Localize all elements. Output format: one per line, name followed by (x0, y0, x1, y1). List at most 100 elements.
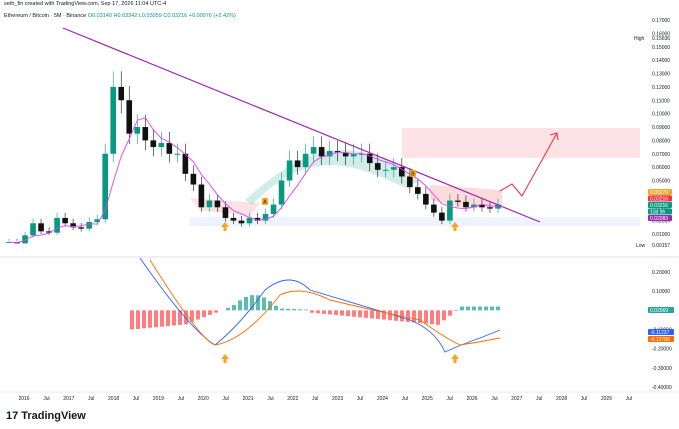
candle-body (230, 217, 237, 221)
time-tick-label: Jul (267, 396, 273, 402)
price-tick-label: 0.13000 (652, 72, 670, 78)
time-tick-label: 2018 (108, 396, 119, 402)
candle-body (246, 217, 253, 224)
macd-histogram-bar (298, 309, 302, 311)
macd-histogram-bar (490, 306, 494, 311)
candle-body (294, 160, 301, 168)
macd-histogram-bar (310, 310, 314, 313)
candle-body (439, 212, 445, 221)
macd-badge-label: -0.13786 (650, 337, 670, 343)
macd-layer (130, 257, 501, 363)
candle-body (54, 217, 60, 233)
candle-body (382, 169, 389, 171)
time-tick-label: Jul (43, 396, 49, 402)
macd-up-arrow-icon (451, 354, 459, 363)
time-tick-label: 2029 (601, 396, 612, 402)
macd-histogram-bar (142, 310, 146, 329)
candle-body (415, 187, 421, 194)
macd-histogram-bar (166, 310, 170, 327)
candle-body (302, 153, 309, 168)
macd-histogram-bar (274, 305, 278, 311)
candle-body (463, 201, 469, 208)
macd-histogram-bar (424, 310, 428, 324)
candle-body (198, 184, 205, 208)
macd-histogram-bar (364, 310, 368, 318)
high-label: High (634, 36, 645, 42)
time-tick-label: 2025 (422, 396, 433, 402)
price-tick-label: 0.17000 (652, 18, 670, 24)
macd-histogram-bar (130, 310, 134, 330)
candle-body (30, 223, 36, 236)
candle-body (78, 227, 84, 229)
candle-body (118, 86, 125, 101)
macd-histogram-bar (196, 310, 200, 320)
low-label: Low (636, 243, 646, 249)
macd-histogram-bar (448, 310, 452, 316)
macd-histogram-bar (214, 310, 218, 313)
candle-body (270, 204, 277, 214)
macd-histogram-bar (244, 296, 248, 311)
macd-histogram-bar (352, 310, 356, 317)
footer-bar (0, 406, 679, 429)
candle-body (447, 200, 453, 221)
candle-body (190, 173, 197, 185)
price-badge-label: 13d 9h (650, 209, 666, 215)
macd-histogram-bar (148, 310, 152, 328)
candle-body (182, 153, 189, 174)
time-tick-label: Jul (581, 396, 587, 402)
time-tick-label: 2020 (198, 396, 209, 402)
candle-body (390, 167, 397, 170)
macd-histogram-bar (472, 306, 476, 311)
macd-up-arrow-icon (221, 354, 229, 363)
price-tick-label: 0.09000 (652, 125, 670, 131)
low-value: 0.00157 (652, 243, 670, 249)
signal-line (149, 259, 501, 346)
macd-histogram-bar (430, 310, 434, 325)
candle-body (310, 147, 317, 154)
macd-histogram-bar (358, 310, 362, 318)
macd-tick-label: 0.20000 (652, 270, 670, 276)
macd-histogram-bar (160, 310, 164, 327)
macd-histogram-bar (334, 310, 338, 316)
chart-canvas[interactable]: AB 0.170000.160000.150000.140000.130000.… (0, 0, 679, 406)
macd-histogram-bar (460, 306, 464, 311)
tradingview-brand: TradingView (21, 410, 86, 422)
macd-histogram-bar (436, 310, 440, 325)
price-tick-label: 0.14000 (652, 58, 670, 64)
time-tick-label: 2023 (332, 396, 343, 402)
macd-histogram-bar (202, 310, 206, 318)
time-tick-label: Jul (222, 396, 228, 402)
candle-body (166, 143, 173, 154)
candle-body (62, 217, 68, 224)
macd-histogram-bar (322, 310, 326, 314)
macd-histogram-bar (478, 306, 482, 311)
high-value: 0.15636 (652, 36, 670, 42)
candle-body (134, 127, 141, 134)
time-tick-label: 2028 (556, 396, 567, 402)
tradingview-mark-icon: 17 (6, 410, 19, 422)
price-badge-label: 0.03270 (650, 190, 668, 196)
descending-trendline (62, 27, 541, 223)
time-tick-label: Jul (312, 396, 318, 402)
macd-histogram-bar (286, 308, 290, 311)
price-tick-label: 0.08000 (652, 138, 670, 144)
time-tick-label: Jul (536, 396, 542, 402)
macd-histogram-bar (496, 306, 500, 311)
candle-body (206, 200, 213, 208)
time-tick-label: Jul (357, 396, 363, 402)
candle-body (278, 180, 285, 205)
candle-body (455, 200, 461, 202)
candle-body (222, 207, 229, 218)
time-tick-label: 2021 (242, 396, 253, 402)
macd-histogram-bar (136, 310, 140, 329)
macd-histogram-bar (346, 310, 350, 317)
time-tick-label: 2019 (153, 396, 164, 402)
macd-histogram-bar (304, 309, 308, 311)
price-badge-label: 0.03216 (650, 203, 668, 209)
macd-histogram-bar (154, 310, 158, 328)
price-tick-label: 0.05000 (652, 179, 670, 185)
resistance-zone (402, 128, 640, 158)
macd-histogram-bar (250, 295, 254, 311)
candle-body (110, 86, 117, 154)
tradingview-logo[interactable]: 17 TradingView (6, 410, 86, 422)
